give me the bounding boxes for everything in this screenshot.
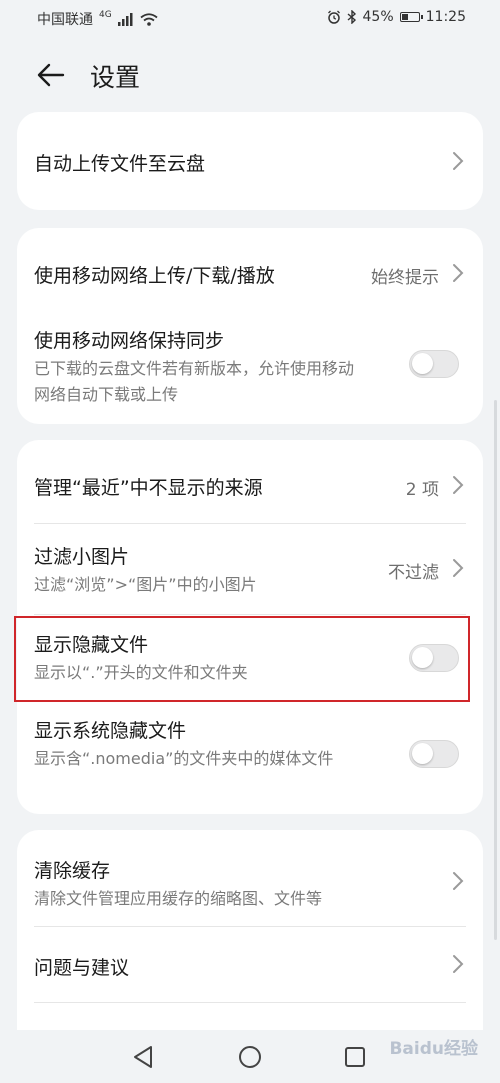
chevron-right-icon (453, 476, 464, 494)
clear-cache-title: 清除缓存 (34, 860, 111, 882)
scrollbar[interactable] (494, 400, 497, 940)
show-hidden-description: 显示以“.”开头的文件和文件夹 (34, 663, 248, 682)
use-mobile-value: 始终提示 (371, 268, 439, 288)
bluetooth-icon (347, 10, 356, 24)
status-right: 45% 11:25 (327, 9, 466, 25)
arrow-left-icon (37, 63, 65, 87)
mobile-network-card: 使用移动网络上传/下载/播放 始终提示 使用移动网络保持同步 已下载的云盘文件若… (17, 228, 483, 424)
chevron-right-icon (453, 152, 464, 170)
status-left: 中国联通 4G (37, 9, 158, 29)
sync-title: 使用移动网络保持同步 (34, 330, 225, 352)
divider (34, 614, 466, 615)
feedback-row[interactable]: 问题与建议 (17, 927, 483, 1003)
misc-card: 清除缓存 清除文件管理应用缓存的缩略图、文件等 问题与建议 (17, 830, 483, 1030)
show-hidden-title: 显示隐藏文件 (34, 634, 149, 656)
page-title: 设置 (90, 63, 141, 92)
chevron-right-icon (453, 559, 464, 577)
show-system-hidden-toggle[interactable] (409, 740, 459, 768)
sync-toggle[interactable] (409, 350, 459, 378)
carrier-label: 中国联通 (37, 12, 93, 28)
battery-percent: 45% (362, 9, 394, 25)
network-type: 4G (99, 10, 112, 20)
square-recents-icon (345, 1047, 365, 1067)
chevron-right-icon (453, 955, 464, 973)
show-system-hidden-row: 显示系统隐藏文件 显示含“.nomedia”的文件夹中的媒体文件 (17, 708, 483, 814)
nav-recents-button[interactable] (340, 1042, 370, 1072)
auto-upload-row[interactable]: 自动上传文件至云盘 (17, 112, 483, 210)
divider (34, 523, 466, 524)
page-header: 设置 (0, 48, 500, 104)
alarm-icon (327, 10, 340, 24)
show-system-hidden-description: 显示含“.nomedia”的文件夹中的媒体文件 (34, 749, 334, 768)
back-button[interactable] (32, 56, 70, 94)
recent-sources-value: 2 项 (405, 480, 439, 500)
recent-sources-row[interactable]: 管理“最近”中不显示的来源 2 项 (17, 440, 483, 526)
use-mobile-row[interactable]: 使用移动网络上传/下载/播放 始终提示 (17, 228, 483, 316)
nav-home-button[interactable] (235, 1042, 265, 1072)
clear-cache-description: 清除文件管理应用缓存的缩略图、文件等 (34, 889, 323, 908)
chevron-right-icon (453, 872, 464, 890)
auto-upload-title: 自动上传文件至云盘 (34, 153, 206, 175)
circle-home-icon (239, 1046, 261, 1068)
baidu-watermark: Baidu经验 (389, 1039, 478, 1059)
clear-cache-row[interactable]: 清除缓存 清除文件管理应用缓存的缩略图、文件等 (17, 830, 483, 926)
display-card: 管理“最近”中不显示的来源 2 项 过滤小图片 过滤“浏览”>“图片”中的小图片… (17, 440, 483, 814)
show-hidden-row: 显示隐藏文件 显示以“.”开头的文件和文件夹 (17, 616, 483, 702)
sync-row: 使用移动网络保持同步 已下载的云盘文件若有新版本，允许使用移动网络自动下载或上传 (17, 316, 483, 424)
show-hidden-toggle[interactable] (409, 644, 459, 672)
nav-back-button[interactable] (128, 1042, 158, 1072)
cloud-card: 自动上传文件至云盘 (17, 112, 483, 210)
chevron-right-icon (453, 264, 464, 282)
feedback-title: 问题与建议 (34, 957, 130, 979)
filter-images-row[interactable]: 过滤小图片 过滤“浏览”>“图片”中的小图片 不过滤 (17, 526, 483, 612)
clock: 11:25 (425, 9, 466, 25)
show-system-hidden-title: 显示系统隐藏文件 (34, 720, 187, 742)
status-bar: 中国联通 4G 45% 11:25 (0, 0, 500, 36)
battery-icon (399, 12, 423, 22)
use-mobile-title: 使用移动网络上传/下载/播放 (34, 265, 275, 287)
signal-icon (117, 12, 133, 26)
divider (34, 1002, 466, 1003)
filter-images-title: 过滤小图片 (34, 546, 130, 568)
filter-images-value: 不过滤 (388, 563, 439, 583)
triangle-back-icon (134, 1046, 152, 1068)
recent-sources-title: 管理“最近”中不显示的来源 (34, 477, 263, 499)
filter-images-description: 过滤“浏览”>“图片”中的小图片 (34, 575, 257, 594)
sync-description: 已下载的云盘文件若有新版本，允许使用移动网络自动下载或上传 (34, 359, 355, 404)
wifi-icon (140, 12, 158, 26)
